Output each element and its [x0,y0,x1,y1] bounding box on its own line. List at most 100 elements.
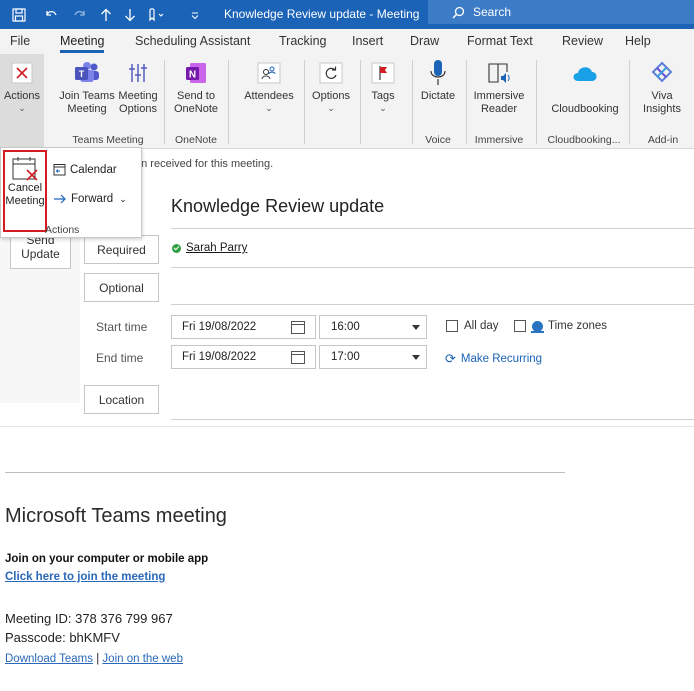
end-date-picker[interactable]: Fri 19/08/2022 [171,345,316,369]
tab-format-text[interactable]: Format Text [467,29,533,54]
link-separator: | [96,653,100,665]
calendar-icon[interactable] [291,350,305,364]
chevron-down-icon[interactable]: ⌄ [119,194,127,205]
location-button[interactable]: Location [84,385,159,414]
all-day-checkbox[interactable]: All day [446,320,499,332]
divider [171,419,694,420]
end-time-label: End time [96,351,144,365]
end-time-select[interactable]: 17:00 [319,345,427,369]
cloudbooking-label: Cloudbooking [551,103,619,115]
close-x-icon [6,56,38,90]
undo-icon[interactable] [40,0,62,29]
globe-icon [531,320,544,333]
cancel-meeting-button[interactable]: Cancel Meeting [3,150,47,232]
onenote-icon: N [180,56,212,90]
meeting-options-button[interactable]: Meeting Options [116,56,160,128]
refresh-icon [315,56,347,90]
group-separator [629,60,630,144]
dropdown-arrow-icon [412,354,420,360]
svg-text:N: N [189,70,196,81]
tags-button[interactable]: Tags ⌄ [364,56,402,128]
join-teams-meeting-button[interactable]: T Join Teams Meeting [56,56,118,128]
immersive-reader-button[interactable]: Immersive Reader [468,56,530,128]
chevron-down-icon: ⌄ [327,103,335,113]
group-label-cloudbooking: Cloudbooking... [547,134,621,146]
tab-tracking[interactable]: Tracking [279,29,326,54]
search-label: Search [473,5,512,19]
tab-insert[interactable]: Insert [352,29,383,54]
time-zones-label: Time zones [548,320,608,332]
arrow-up-icon[interactable] [96,0,116,29]
ribbon: Actions ⌄ T Join Teams Meeting Meeting O… [0,54,694,149]
arrow-down-icon[interactable] [120,0,140,29]
bookmark-dropdown-icon[interactable] [144,0,168,29]
people-icon [253,56,285,90]
attendee-sarah-parry[interactable]: Sarah Parry [172,242,247,254]
actions-button[interactable]: Actions ⌄ [0,56,44,128]
group-label-onenote: OneNote [174,134,218,146]
attendees-button[interactable]: Attendees ⌄ [240,56,298,128]
forward-menu-item[interactable]: Forward ⌄ [53,193,127,205]
start-date-picker[interactable]: Fri 19/08/2022 [171,315,316,339]
viva-insights-button[interactable]: Viva Insights [636,56,688,128]
start-date-value: Fri 19/08/2022 [182,321,257,333]
time-zones-checkbox[interactable]: Time zones [514,320,608,333]
group-separator [164,60,165,144]
teams-icon: T [71,56,103,90]
forward-arrow-icon [53,193,67,205]
checkbox-icon [446,320,458,332]
join-on-web-link[interactable]: Join on the web [102,653,183,665]
meeting-id: Meeting ID: 378 376 799 967 [5,611,173,626]
forward-label: Forward [71,193,114,205]
tab-file[interactable]: File [10,29,30,54]
join-teams-label-1: Join Teams [59,90,115,102]
tab-meeting[interactable]: Meeting [60,29,105,54]
immersive-label-2: Reader [480,103,518,115]
search-box[interactable]: Search [428,0,694,24]
window-title: Knowledge Review update - Meeting [224,7,420,21]
recurring-icon: ⟳ [445,351,456,366]
body-top-border [0,426,694,427]
checkbox-icon [514,320,526,332]
start-time-label: Start time [96,320,148,334]
subject-field[interactable]: Knowledge Review update [171,196,384,217]
redo-icon[interactable] [70,0,90,29]
optional-button[interactable]: Optional [84,273,159,302]
group-separator [228,60,229,144]
options-button[interactable]: Options ⌄ [308,56,354,128]
dictate-button[interactable]: Dictate [416,56,460,128]
cloudbooking-button[interactable]: Cloudbooking [544,56,626,128]
join-meeting-link[interactable]: Click here to join the meeting [5,571,165,583]
send-to-onenote-button[interactable]: N Send to OneNote [172,56,220,128]
chevron-down-icon: ⌄ [265,103,273,113]
chevron-down-icon: ⌄ [379,103,387,113]
customize-toolbar-icon[interactable] [186,0,204,29]
group-separator [536,60,537,144]
tab-help[interactable]: Help [625,29,651,54]
send-onenote-label-1: Send to [177,90,215,102]
menu-bar: File Meeting Scheduling Assistant Tracki… [0,29,694,54]
download-teams-link[interactable]: Download Teams [5,653,93,665]
microphone-icon [422,56,454,90]
svg-text:T: T [79,69,85,79]
body-separator [5,472,565,473]
title-bar: Knowledge Review update - Meeting Search [0,0,694,29]
calendar-icon[interactable] [291,320,305,334]
start-time-select[interactable]: 16:00 [319,315,427,339]
search-icon [452,6,465,19]
tab-review[interactable]: Review [562,29,603,54]
tab-scheduling-assistant[interactable]: Scheduling Assistant [135,29,250,54]
tab-draw[interactable]: Draw [410,29,439,54]
cloud-icon [569,56,601,90]
cancel-meeting-label-2: Meeting [5,195,45,207]
join-heading: Join on your computer or mobile app [5,553,209,565]
calendar-menu-item[interactable]: Calendar [53,163,117,176]
save-icon[interactable] [8,0,30,29]
meeting-options-label-2: Options [119,103,157,115]
end-time-value: 17:00 [331,351,360,363]
required-button[interactable]: Required [84,235,159,264]
send-onenote-label-2: OneNote [173,103,219,115]
make-recurring-link[interactable]: ⟳ Make Recurring [445,351,542,367]
join-teams-label-2: Meeting [67,103,107,115]
flag-icon [367,56,399,90]
